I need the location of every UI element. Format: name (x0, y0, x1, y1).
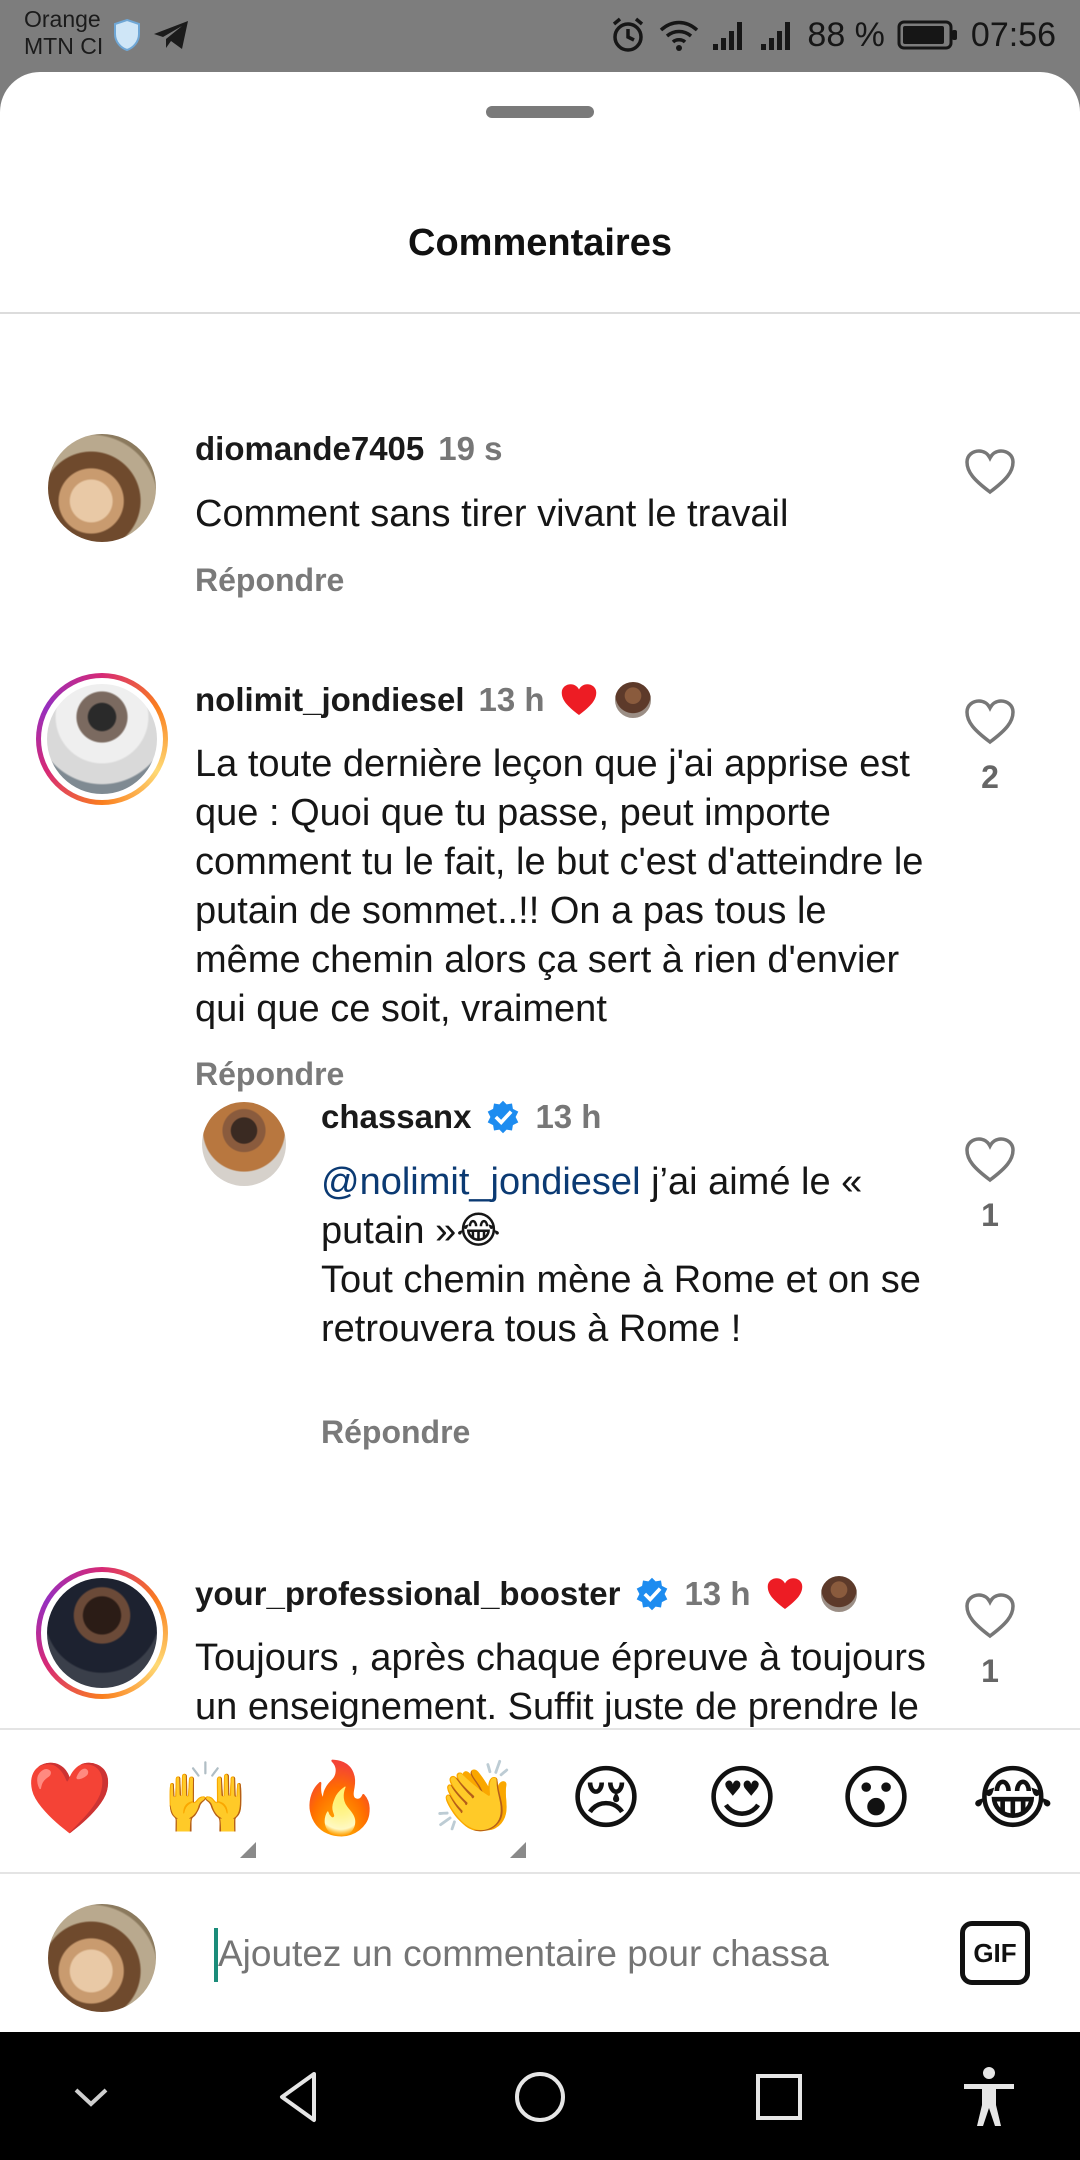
emoji-clapping-hands[interactable]: 👏 (432, 1758, 519, 1838)
gif-button[interactable]: GIF (960, 1921, 1030, 1985)
emoji-fire[interactable]: 🔥 (296, 1758, 383, 1838)
skin-tone-indicator-icon (240, 1842, 256, 1858)
telegram-icon (154, 21, 188, 49)
creator-avatar-mini (612, 680, 653, 720)
comment-input[interactable] (218, 1924, 918, 1984)
comment-username[interactable]: nolimit_jondiesel (195, 681, 465, 719)
emoji-tears-of-joy[interactable]: 😂 (972, 1758, 1054, 1838)
creator-avatar-mini (818, 1574, 859, 1614)
comment-username[interactable]: diomande7405 (195, 430, 424, 468)
heart-icon (965, 1593, 1015, 1639)
avatar[interactable] (48, 434, 156, 542)
current-user-avatar (48, 1904, 156, 2012)
status-bar: Orange MTN CI 88 % 07:56 (0, 0, 1080, 72)
comment-time: 13 h (684, 1575, 751, 1612)
comment-time: 13 h (478, 681, 545, 718)
shield-icon (114, 18, 140, 52)
like-button[interactable]: 2 (960, 698, 1020, 796)
emoji-raised-hands[interactable]: 🙌 (162, 1758, 249, 1838)
home-icon[interactable] (505, 2062, 575, 2132)
reply-button[interactable]: Répondre (195, 1056, 344, 1093)
title-divider (0, 312, 1080, 314)
avatar (47, 684, 157, 794)
mention-link[interactable]: @nolimit_jondiesel (321, 1161, 641, 1203)
carrier-line-2: MTN CI (24, 33, 104, 59)
comment-username[interactable]: chassanx (321, 1098, 471, 1136)
emoji-heart-eyes[interactable]: 😍 (702, 1758, 782, 1838)
heart-icon (965, 449, 1015, 495)
like-count: 1 (981, 1197, 999, 1233)
system-nav-bar (0, 2032, 1080, 2160)
verified-badge-icon (637, 1577, 668, 1611)
accessibility-icon[interactable] (954, 2062, 1024, 2132)
reply-button[interactable]: Répondre (195, 562, 344, 599)
comment-meta: nolimit_jondiesel 13 h (195, 680, 653, 720)
comment-meta: your_professional_booster 13 h (195, 1574, 859, 1614)
battery-percent: 88 % (807, 15, 885, 54)
back-icon[interactable] (264, 2062, 334, 2132)
like-button[interactable]: 1 (960, 1136, 1020, 1234)
alarm-icon (613, 17, 644, 52)
creator-liked-heart-icon (767, 1578, 802, 1609)
comment-text-line-2: Tout chemin mène à Rome et on se retrouv… (321, 1259, 921, 1350)
comment-username[interactable]: your_professional_booster (195, 1575, 620, 1613)
heart-icon (965, 1137, 1015, 1183)
heart-icon (965, 699, 1015, 745)
drag-handle[interactable] (486, 106, 594, 118)
emoji-surprised-face[interactable]: 😮 (836, 1758, 916, 1838)
emoji-crying-face[interactable]: 😢 (566, 1758, 646, 1838)
creator-liked-heart-icon (561, 684, 596, 715)
status-right-group: 88 % 07:56 (609, 10, 1056, 60)
carrier-label: Orange MTN CI (24, 6, 103, 60)
emoji-quick-bar: ❤️ 🙌 🔥 👏 😢 😍 😮 😂 (0, 1728, 1080, 1874)
comment-meta: diomande7405 19 s (195, 430, 503, 468)
sheet-title: Commentaires (408, 222, 672, 264)
wifi-icon (660, 20, 699, 51)
comment-time: 19 s (438, 430, 503, 467)
recents-icon[interactable] (744, 2062, 814, 2132)
chevron-down-icon[interactable] (56, 2062, 126, 2132)
signal-icon-1 (713, 22, 743, 50)
comment-meta: chassanx 13 h (321, 1098, 601, 1136)
like-count: 1 (981, 1653, 999, 1689)
like-count: 2 (981, 759, 999, 795)
comment-text: @nolimit_jondiesel j’ai aimé le « putain… (321, 1158, 941, 1354)
battery-icon (897, 20, 957, 50)
avatar[interactable] (202, 1102, 286, 1186)
comment-text: La toute dernière leçon que j'ai apprise… (195, 743, 924, 1030)
like-button[interactable] (960, 448, 1020, 501)
comment-time: 13 h (535, 1098, 602, 1135)
skin-tone-indicator-icon (510, 1842, 526, 1858)
like-button[interactable]: 1 (960, 1592, 1020, 1690)
carrier-line-1: Orange (24, 6, 101, 32)
comment-text: Comment sans tirer vivant le travail (195, 493, 789, 535)
clock: 07:56 (970, 15, 1056, 54)
verified-badge-icon (488, 1100, 519, 1134)
reply-button[interactable]: Répondre (321, 1414, 470, 1451)
avatar (47, 1578, 157, 1688)
emoji-red-heart[interactable]: ❤️ (26, 1758, 113, 1838)
signal-icon-2 (761, 22, 791, 50)
comment-input-bar: GIF (0, 1876, 1080, 2032)
